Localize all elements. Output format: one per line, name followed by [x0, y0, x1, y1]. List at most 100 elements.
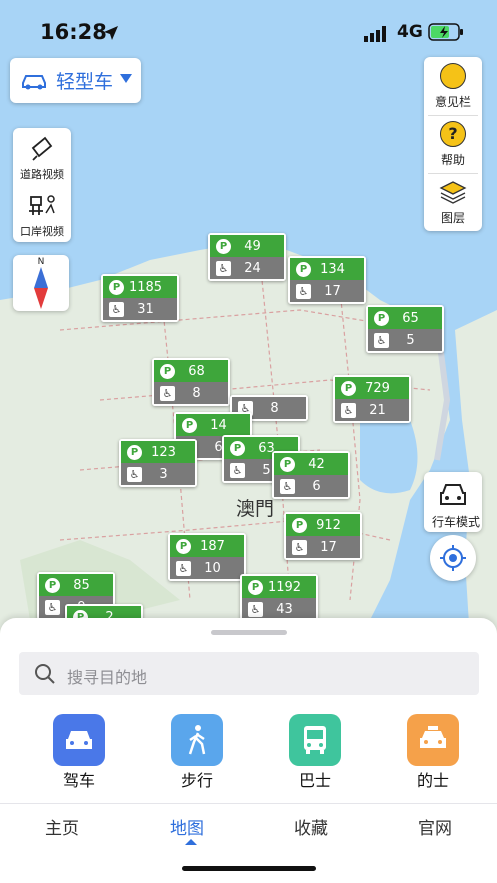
parking-disabled: 3	[159, 466, 168, 482]
tab-official-site[interactable]: 官网	[395, 814, 475, 839]
parking-marker[interactable]: P 123 ♿ 3	[119, 439, 197, 487]
mode-walk-button[interactable]	[171, 714, 223, 766]
chevron-down-icon	[120, 74, 132, 83]
search-icon	[35, 664, 55, 684]
parking-spaces: 14	[210, 417, 227, 433]
accessible-icon: ♿	[127, 466, 142, 482]
parking-marker[interactable]: P 912 ♿ 17	[284, 512, 362, 560]
accessible-icon: ♿	[341, 402, 356, 418]
parking-spaces: 912	[316, 517, 341, 533]
layers-button[interactable]: 图层	[424, 173, 482, 231]
road-camera-button[interactable]: 道路视频	[13, 128, 71, 185]
accessible-icon: ♿	[374, 332, 389, 348]
network-type: 4G	[397, 22, 423, 42]
help-icon: ?	[440, 121, 466, 147]
locate-me-button[interactable]	[430, 535, 476, 581]
vehicle-type-selector[interactable]: 轻型车	[10, 58, 141, 103]
compass-button[interactable]: N	[13, 255, 69, 311]
sheet-handle[interactable]	[211, 630, 287, 635]
accessible-icon: ♿	[109, 301, 124, 317]
parking-icon: P	[160, 363, 175, 379]
parking-disabled: 31	[137, 301, 154, 317]
parking-disabled: 5	[406, 332, 415, 348]
parking-spaces: 1192	[267, 579, 302, 595]
camera-tools: 道路视频 口岸视频	[13, 128, 71, 242]
bottom-sheet: 搜寻目的地 驾车 步行 巴士 的士 主页 地图 收藏 官网	[0, 618, 497, 883]
city-label: 澳門	[236, 498, 275, 520]
map-tools: 意见栏 ? 帮助 图层	[424, 57, 482, 231]
feedback-button[interactable]: 意见栏	[424, 57, 482, 115]
mode-taxi-button[interactable]	[407, 714, 459, 766]
parking-marker[interactable]: P 42 ♿ 6	[272, 451, 350, 499]
parking-spaces: 42	[308, 456, 325, 472]
parking-icon: P	[230, 440, 245, 456]
road-camera-icon	[31, 136, 53, 161]
parking-disabled: 6	[312, 478, 321, 494]
battery-icon	[428, 23, 463, 41]
camera-label: 口岸视频	[20, 225, 64, 238]
parking-disabled: 10	[204, 560, 221, 576]
mode-walk-label: 步行	[180, 771, 213, 790]
tab-bar: 主页 地图 收藏 官网	[0, 803, 497, 883]
crosshair-icon	[440, 545, 466, 571]
mode-bus-button[interactable]	[289, 714, 341, 766]
car-front-icon	[440, 484, 466, 505]
parking-disabled: 24	[244, 260, 261, 276]
help-button[interactable]: ? 帮助	[424, 115, 482, 173]
tab-favorites[interactable]: 收藏	[271, 814, 351, 839]
tab-home[interactable]: 主页	[22, 814, 102, 839]
feedback-icon	[440, 63, 466, 89]
accessible-icon: ♿	[160, 385, 175, 401]
mode-bus-label: 巴士	[298, 771, 331, 790]
parking-icon: P	[280, 456, 295, 472]
parking-spaces: 123	[151, 444, 176, 460]
drive-mode-button[interactable]: 行车模式	[424, 472, 482, 532]
parking-disabled: 8	[192, 385, 201, 401]
car-icon	[66, 731, 92, 749]
parking-marker[interactable]: P 65 ♿ 5	[366, 305, 444, 353]
parking-marker[interactable]: P 1185 ♿ 31	[101, 274, 179, 322]
walking-icon	[188, 725, 206, 755]
parking-icon: P	[109, 279, 124, 295]
parking-marker[interactable]: P 1192 ♿ 43	[240, 574, 318, 622]
parking-spaces: 65	[402, 310, 419, 326]
taxi-icon	[420, 726, 446, 748]
search-input[interactable]: 搜寻目的地	[19, 652, 479, 695]
parking-spaces: 187	[200, 538, 225, 554]
mode-taxi-label: 的士	[416, 771, 449, 790]
accessible-icon: ♿	[248, 601, 263, 617]
accessible-icon: ♿	[296, 283, 311, 299]
border-camera-button[interactable]: 口岸视频	[13, 185, 71, 242]
tool-label: 意见栏	[434, 95, 471, 109]
tab-map[interactable]: 地图	[147, 814, 227, 839]
parking-marker[interactable]: P 134 ♿ 17	[288, 256, 366, 304]
parking-spaces: 1185	[128, 279, 163, 295]
parking-marker[interactable]: P 68 ♿ 8	[152, 358, 230, 406]
parking-icon: P	[292, 517, 307, 533]
parking-spaces: 49	[244, 238, 261, 254]
compass-icon	[34, 267, 48, 309]
search-placeholder: 搜寻目的地	[67, 668, 148, 687]
accessible-icon: ♿	[280, 478, 295, 494]
parking-spaces: 85	[73, 577, 90, 593]
parking-marker[interactable]: P 187 ♿ 10	[168, 533, 246, 581]
layers-icon	[439, 181, 467, 204]
accessible-icon: ♿	[216, 260, 231, 276]
parking-icon: P	[341, 380, 356, 396]
home-indicator	[182, 866, 316, 871]
parking-spaces: 134	[320, 261, 345, 277]
parking-icon: P	[45, 577, 60, 593]
status-time: 16:28	[40, 20, 107, 44]
parking-spaces: 68	[188, 363, 205, 379]
parking-marker[interactable]: P 49 ♿ 24	[208, 233, 286, 281]
drive-mode-label: 行车模式	[431, 515, 480, 529]
parking-icon: P	[248, 579, 263, 595]
parking-marker[interactable]: P 729 ♿ 21	[333, 375, 411, 423]
mode-drive-button[interactable]	[53, 714, 105, 766]
accessible-icon: ♿	[230, 462, 245, 478]
parking-icon: P	[176, 538, 191, 554]
signal-icon	[364, 26, 386, 42]
parking-disabled: 17	[320, 539, 337, 555]
parking-disabled: 21	[369, 402, 386, 418]
accessible-icon: ♿	[292, 539, 307, 555]
